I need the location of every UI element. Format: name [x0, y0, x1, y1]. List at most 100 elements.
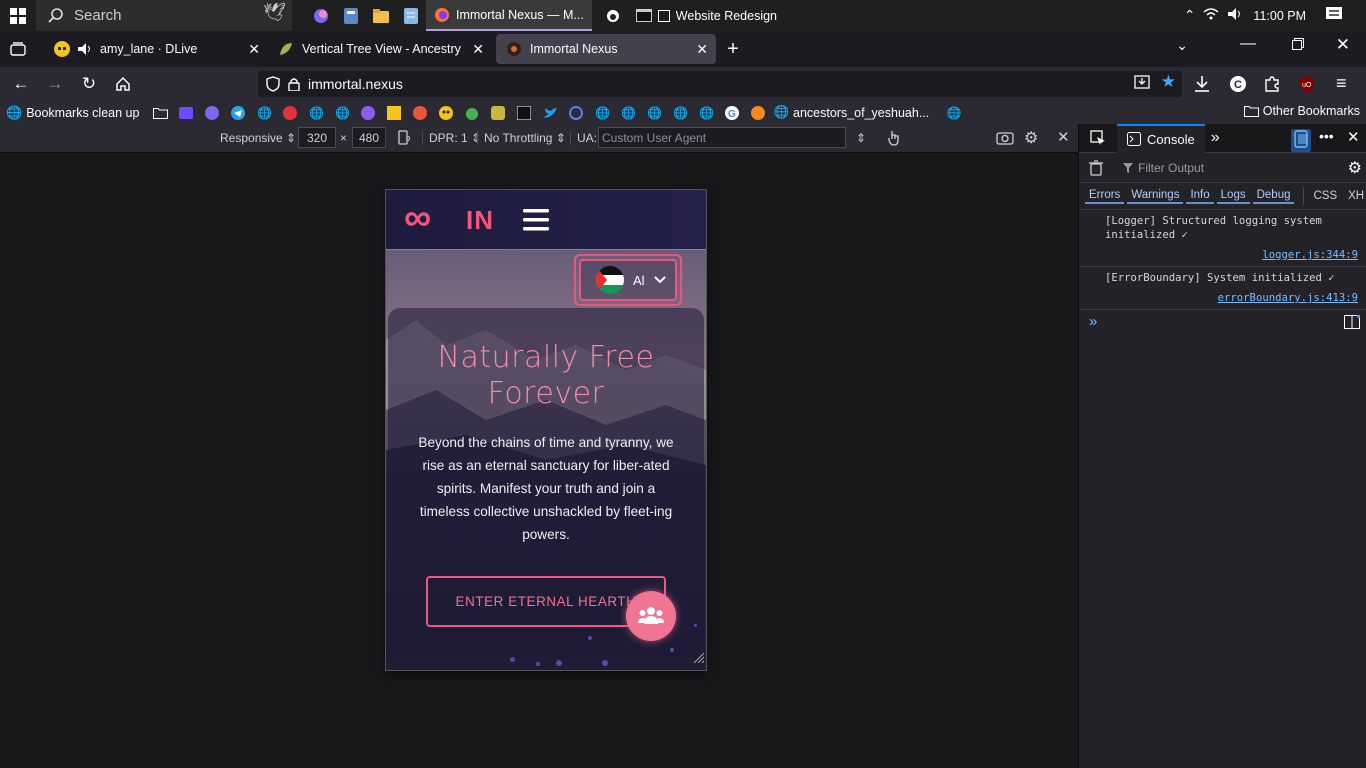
level-info[interactable]: Info: [1186, 188, 1214, 204]
globe-icon[interactable]: 🌐: [695, 103, 717, 123]
firefox-view-icon[interactable]: [0, 32, 36, 66]
level-debug[interactable]: Debug: [1252, 188, 1295, 204]
speaker-icon[interactable]: [1227, 7, 1243, 24]
level-xhr[interactable]: XH: [1348, 190, 1364, 202]
extension-c-icon[interactable]: C: [1229, 75, 1247, 98]
dpr-selector[interactable]: DPR: 1 ⇕: [422, 131, 481, 145]
globe-icon[interactable]: 🌐: [331, 103, 353, 123]
forward-arrow-icon[interactable]: →: [38, 67, 72, 101]
file-explorer-icon[interactable]: [366, 0, 396, 31]
google-icon[interactable]: G: [721, 103, 743, 123]
device-selector[interactable]: Responsive ⇕: [220, 131, 296, 145]
bookmark-red-star-icon[interactable]: [409, 103, 431, 123]
user-agent-input[interactable]: Custom User Agent: [598, 127, 846, 148]
bookmark-blue-icon[interactable]: [565, 103, 587, 123]
bookmark-ancestors[interactable]: 🌐 ancestors_of_yeshuah...: [773, 105, 929, 120]
close-window-icon[interactable]: ✕: [1336, 35, 1350, 55]
touch-simulation-icon[interactable]: [886, 129, 902, 150]
extensions-puzzle-icon[interactable]: [1263, 75, 1281, 98]
shield-icon[interactable]: [266, 76, 280, 92]
throttling-selector[interactable]: No Throttling ⇕: [477, 131, 566, 145]
globe-icon[interactable]: 🌐: [943, 103, 965, 123]
twitter-icon[interactable]: [539, 103, 561, 123]
viewport-height-input[interactable]: 480: [352, 127, 386, 148]
bookmark-yellow-icon[interactable]: [383, 103, 405, 123]
filter-output-input[interactable]: Filter Output: [1113, 161, 1204, 175]
rotate-viewport-icon[interactable]: [396, 130, 412, 149]
close-tab-icon[interactable]: ✕: [248, 41, 260, 58]
lock-icon[interactable]: [288, 77, 300, 91]
more-options-icon[interactable]: •••: [1319, 128, 1334, 144]
console-message-source[interactable]: errorBoundary.js:413:9: [1105, 291, 1358, 305]
settings-gear-icon[interactable]: ⚙: [1024, 128, 1038, 148]
close-tab-icon[interactable]: ✕: [696, 41, 708, 58]
console-input-row[interactable]: »: [1079, 310, 1366, 336]
screenshot-camera-icon[interactable]: [996, 130, 1014, 148]
globe-icon[interactable]: 🌐: [591, 103, 613, 123]
proton-mail-icon[interactable]: [175, 103, 197, 123]
ublock-origin-icon[interactable]: uO: [1298, 75, 1316, 98]
speaker-icon[interactable]: [78, 43, 92, 55]
bookmark-clean-up[interactable]: 🌐 Bookmarks clean up: [6, 105, 139, 121]
globe-icon[interactable]: 🌐: [669, 103, 691, 123]
console-settings-gear-icon[interactable]: ⚙: [1348, 158, 1362, 178]
viewport-width-input[interactable]: 320: [298, 127, 336, 148]
bookmark-green-icon[interactable]: [487, 103, 509, 123]
calculator-app-icon[interactable]: [336, 0, 366, 31]
bookmark-dark-icon[interactable]: [513, 103, 535, 123]
element-picker-icon[interactable]: [1079, 130, 1117, 146]
github-app-icon[interactable]: [598, 0, 628, 31]
globe-icon[interactable]: 🌐: [305, 103, 327, 123]
tab-console[interactable]: Console: [1117, 123, 1205, 153]
close-tab-icon[interactable]: ✕: [472, 41, 484, 58]
resize-handle-icon[interactable]: [693, 650, 705, 668]
windows-start-button[interactable]: [0, 0, 36, 31]
reader-download-icon[interactable]: [1134, 74, 1150, 93]
list-all-tabs-icon[interactable]: ⌄: [1176, 37, 1188, 54]
home-icon[interactable]: [106, 67, 140, 101]
folder-icon[interactable]: [149, 103, 171, 123]
cloud-icon[interactable]: [201, 103, 223, 123]
level-logs[interactable]: Logs: [1216, 188, 1250, 204]
tab-ancestry[interactable]: Vertical Tree View - Ancestry ✕: [268, 34, 492, 64]
bookmark-face-icon[interactable]: [435, 103, 457, 123]
url-text[interactable]: immortal.nexus: [308, 76, 403, 92]
close-devtools-icon[interactable]: ✕: [1347, 128, 1360, 146]
bookmark-orange-icon[interactable]: [747, 103, 769, 123]
notepad-app-icon[interactable]: [396, 0, 426, 31]
chevron-up-icon[interactable]: ⌃: [1184, 7, 1196, 24]
globe-icon[interactable]: 🌐: [643, 103, 665, 123]
taskbar-search-box[interactable]: Search 🕊: [36, 0, 292, 31]
taskbar-terminal-window[interactable]: Website Redesign: [628, 0, 785, 31]
bookmark-purple-icon[interactable]: [357, 103, 379, 123]
community-fab-button[interactable]: [626, 591, 676, 641]
console-message-source[interactable]: logger.js:344:9: [1105, 248, 1358, 262]
level-warnings[interactable]: Warnings: [1127, 188, 1184, 204]
tab-immortal-nexus[interactable]: Immortal Nexus ✕: [496, 34, 716, 64]
other-bookmarks[interactable]: Other Bookmarks: [1243, 104, 1360, 118]
copilot-app-icon[interactable]: [306, 0, 336, 31]
url-bar[interactable]: immortal.nexus ★: [258, 71, 1182, 97]
site-logo-infinity[interactable]: ∞: [404, 198, 431, 238]
new-tab-button[interactable]: +: [716, 32, 750, 66]
restore-window-icon[interactable]: [1292, 37, 1304, 55]
globe-icon[interactable]: 🌐: [253, 103, 275, 123]
app-menu-icon[interactable]: ≡: [1336, 73, 1347, 94]
more-tabs-icon[interactable]: »: [1211, 129, 1220, 147]
trash-icon[interactable]: [1079, 159, 1113, 176]
bookmark-red-icon[interactable]: [279, 103, 301, 123]
downloads-icon[interactable]: [1194, 75, 1210, 98]
telegram-icon[interactable]: [227, 103, 249, 123]
reload-icon[interactable]: ↻: [72, 67, 106, 101]
back-arrow-icon[interactable]: ←: [4, 67, 38, 101]
bookmark-star-icon[interactable]: ★: [1161, 72, 1176, 92]
globe-icon[interactable]: 🌐: [617, 103, 639, 123]
hamburger-menu-icon[interactable]: [523, 208, 549, 237]
taskbar-firefox-window[interactable]: Immortal Nexus — M...: [426, 0, 592, 31]
rdm-toggle-icon[interactable]: [1291, 129, 1311, 152]
tab-dlive[interactable]: amy_lane · DLive ✕: [44, 34, 268, 64]
level-css[interactable]: CSS: [1313, 190, 1337, 202]
ua-dropdown-icon[interactable]: ⇕: [856, 131, 866, 145]
clock[interactable]: 11:00 PM: [1253, 9, 1306, 23]
editor-mode-icon[interactable]: [1344, 314, 1361, 334]
